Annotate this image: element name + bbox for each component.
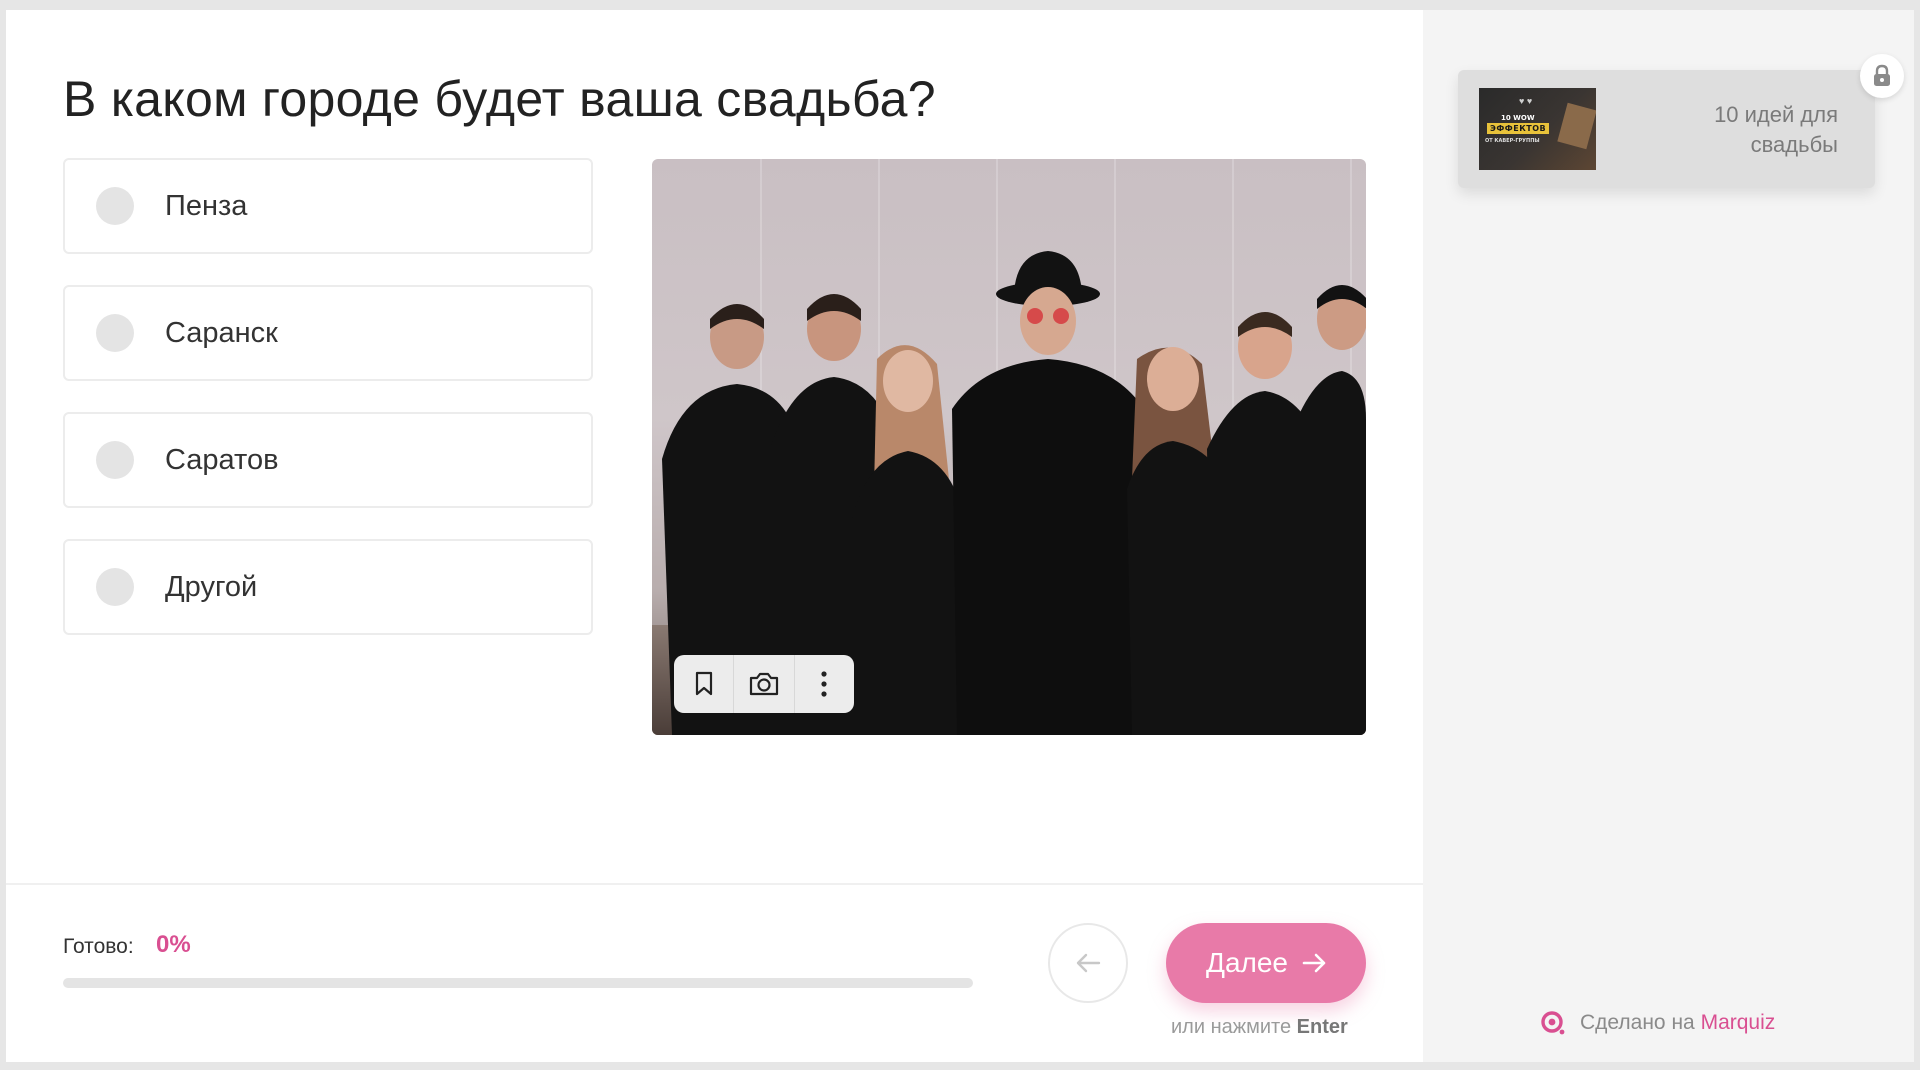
gift-box-shape (1557, 102, 1596, 150)
progress-bar (63, 978, 973, 988)
option-label: Саранск (165, 316, 278, 349)
thumb-line-1: 10 WOW (1501, 114, 1535, 122)
option-saransk[interactable]: Саранск (63, 285, 593, 381)
enter-hint: или нажмите Enter (1171, 1016, 1348, 1039)
made-on-marquiz-link[interactable]: Сделано на Marquiz (1540, 1010, 1775, 1036)
answer-options: Пенза Саранск Саратов Другой (63, 158, 593, 666)
option-label: Другой (165, 570, 258, 603)
camera-icon[interactable] (734, 655, 795, 713)
arrow-left-icon (1076, 953, 1101, 973)
marquiz-logo-icon (1541, 1011, 1565, 1035)
bookmark-icon[interactable] (674, 655, 735, 713)
radio-icon[interactable] (96, 441, 134, 479)
thumb-line-2: ЭФФЕКТОВ (1487, 123, 1550, 134)
question-title: В каком городе будет ваша свадьба? (63, 71, 936, 127)
arrow-right-icon (1302, 953, 1326, 973)
option-saratov[interactable]: Саратов (63, 412, 593, 508)
made-on-prefix: Сделано на (1580, 1011, 1695, 1034)
band-members-illustration (662, 251, 1366, 735)
footer-divider (6, 883, 1423, 885)
option-label: Саратов (165, 443, 279, 476)
radio-icon[interactable] (96, 568, 134, 606)
next-button-label: Далее (1205, 947, 1289, 978)
next-button[interactable]: Далее (1166, 923, 1366, 1003)
sidebar: ♥ ♥ 10 WOW ЭФФЕКТОВ ОТ КАВЕР-ГРУППЫ 10 и… (1423, 10, 1914, 1062)
radio-icon[interactable] (96, 187, 134, 225)
enter-hint-key: Enter (1296, 1016, 1348, 1038)
progress-value: 0% (156, 931, 191, 958)
band-photo (652, 159, 1366, 735)
bonus-thumbnail: ♥ ♥ 10 WOW ЭФФЕКТОВ ОТ КАВЕР-ГРУППЫ (1479, 88, 1596, 170)
radio-icon[interactable] (96, 314, 134, 352)
option-penza[interactable]: Пенза (63, 158, 593, 254)
bonus-title: 10 идей для свадьбы (1714, 102, 1838, 157)
back-button[interactable] (1048, 923, 1128, 1003)
progress-label: Готово: (63, 935, 134, 958)
enter-hint-prefix: или нажмите (1171, 1016, 1292, 1038)
lock-icon (1860, 54, 1904, 98)
thumb-line-3: ОТ КАВЕР-ГРУППЫ (1485, 138, 1540, 144)
hearts-icon: ♥ ♥ (1519, 96, 1533, 106)
option-label: Пенза (165, 189, 248, 222)
quiz-window: В каком городе будет ваша свадьба? Пенза… (6, 10, 1914, 1062)
quiz-main: В каком городе будет ваша свадьба? Пенза… (6, 10, 1423, 1062)
photo-toolbar (674, 655, 854, 713)
bonus-card[interactable]: ♥ ♥ 10 WOW ЭФФЕКТОВ ОТ КАВЕР-ГРУППЫ 10 и… (1458, 70, 1875, 188)
option-other[interactable]: Другой (63, 539, 593, 635)
more-vertical-icon[interactable] (795, 655, 854, 713)
marquiz-brand: Marquiz (1700, 1011, 1776, 1034)
